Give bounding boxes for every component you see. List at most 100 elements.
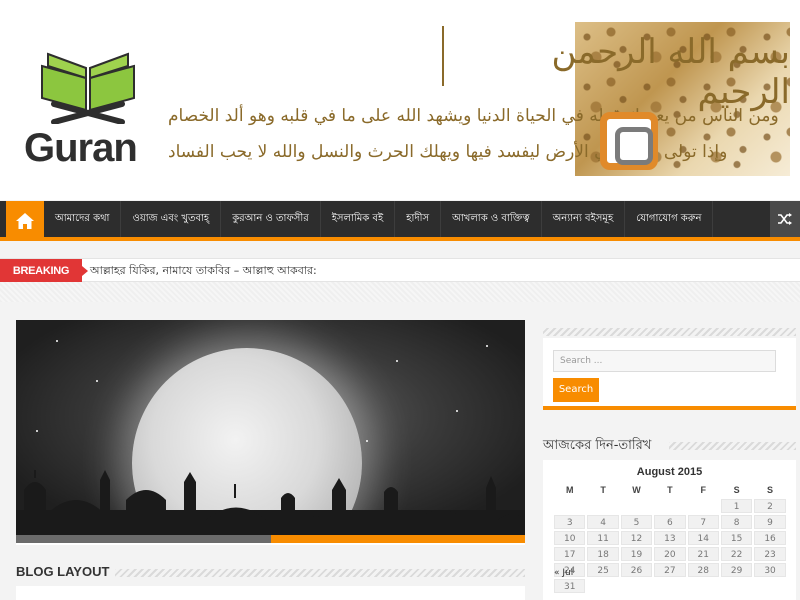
calendar-day: 26	[620, 563, 653, 577]
star	[96, 380, 98, 382]
banner-emblem-icon	[600, 112, 658, 170]
nav-item-akhlaq[interactable]: আখলাক ও বাক্তিত্ব	[441, 201, 542, 237]
calendar-empty-cell	[721, 579, 752, 593]
breaking-news-headline[interactable]: আল্লাহর যিকির, নামাযে তাকবির – আল্লাহু আ…	[90, 259, 317, 283]
calendar-week-row: 12	[554, 498, 789, 514]
calendar-empty-cell	[621, 579, 652, 593]
slider-progress-bar	[16, 535, 525, 543]
calendar-day: 4	[587, 515, 619, 529]
calendar-day: 18	[587, 547, 619, 561]
star	[36, 430, 38, 432]
wheat-ornament-icon	[442, 26, 456, 86]
page: Guran بسم الله الرحمن الرحيم ومن الناس م…	[0, 0, 800, 600]
calendar-weekday: F	[700, 485, 707, 495]
calendar-empty-cell	[688, 499, 719, 513]
calendar-weekday: S	[767, 485, 774, 495]
date-widget-header: আজকের দিন-তারিখ	[543, 436, 796, 457]
nav-menu: আমাদের কথা ওয়াজ এবং খুতবাহ্ কুরআন ও তাফ…	[44, 201, 714, 237]
logo-wordmark: Guran	[24, 126, 138, 170]
calendar-day: 30	[754, 563, 786, 577]
widget-stripe	[669, 442, 796, 450]
calendar-weekday: T	[600, 485, 606, 495]
breaking-news-bar: Breaking News আল্লাহর যিকির, নামাযে তাকব…	[0, 258, 800, 301]
slider-image[interactable]	[16, 320, 525, 535]
blog-layout-header: Blog Layout	[16, 564, 525, 584]
slider-progress-fill	[270, 535, 525, 543]
search-button[interactable]: Search	[553, 378, 599, 402]
calendar-day: 16	[754, 531, 786, 545]
calendar-day: 7	[687, 515, 719, 529]
calendar-day: 15	[720, 531, 753, 545]
calendar-day: 20	[654, 547, 686, 561]
search-widget: Search ... Search	[543, 338, 796, 410]
calendar-empty-cell	[654, 499, 685, 513]
nav-item-quran-tafsir[interactable]: কুরআন ও তাফসীর	[221, 201, 321, 237]
calendar-day: 14	[687, 531, 719, 545]
calendar-week-row: 3456789	[554, 514, 789, 530]
site-header: Guran بسم الله الرحمن الرحيم ومن الناس م…	[0, 0, 800, 200]
random-post-button[interactable]	[770, 201, 800, 237]
calendar-day: 1	[720, 499, 753, 513]
calendar-day: 28	[687, 563, 719, 577]
nav-item-other-books[interactable]: অন্যান্য বইসমূহ	[542, 201, 626, 237]
nav-home-button[interactable]	[6, 201, 44, 241]
calendar-day: 13	[654, 531, 686, 545]
sidebar-stripe	[543, 328, 796, 336]
mosque-skyline-image	[16, 470, 525, 535]
stripe-divider	[0, 282, 800, 302]
star	[56, 340, 58, 342]
calendar-week-row: 31	[554, 578, 789, 594]
calendar-empty-cell	[754, 579, 785, 593]
calendar-day: 11	[587, 531, 619, 545]
calendar-day: 25	[587, 563, 619, 577]
nav-item-islamic-books[interactable]: ইসলামিক বই	[321, 201, 396, 237]
blog-card	[16, 586, 525, 600]
calendar-empty-cell	[654, 579, 685, 593]
calendar-day: 17	[554, 547, 586, 561]
calendar-weekday: S	[733, 485, 740, 495]
date-widget-title: আজকের দিন-তারিখ	[543, 436, 658, 457]
calendar-weekday-row: MTWTFSS	[554, 482, 789, 498]
calendar-weekday: T	[667, 485, 673, 495]
calendar-grid: M T W T F S S 1 2 3 4 5 6 7 8 9 10 11 12 13 14 15 16 17 18 19 20 21…	[554, 482, 789, 594]
banner-ayah-line-1: ومن الناس من يعجبك قوله في الحياة الدنيا…	[168, 106, 779, 126]
calendar-day: 19	[620, 547, 653, 561]
main-navigation: আমাদের কথা ওয়াজ এবং খুতবাহ্ কুরআন ও তাফ…	[0, 201, 800, 241]
section-title: Blog Layout	[16, 564, 116, 579]
calendar-day: 12	[620, 531, 653, 545]
calendar-prev-month-link[interactable]: « Jul	[554, 568, 573, 578]
calendar-day: 10	[554, 531, 586, 545]
featured-slider	[16, 320, 525, 545]
quran-book-icon	[41, 52, 135, 124]
star	[396, 360, 398, 362]
calendar-day: 21	[687, 547, 719, 561]
calendar-day: 6	[654, 515, 686, 529]
banner-bismillah: بسم الله الرحمن الرحيم	[551, 32, 790, 112]
calendar-empty-cell	[587, 579, 618, 593]
calendar-weekday: W	[632, 485, 641, 495]
home-icon	[16, 213, 34, 229]
calendar-day: 27	[654, 563, 686, 577]
calendar-day: 22	[720, 547, 753, 561]
nav-item-about[interactable]: আমাদের কথা	[44, 201, 122, 237]
calendar-day: 3	[554, 515, 586, 529]
nav-item-waz-khutbah[interactable]: ওয়াজ এবং খুতবাহ্	[121, 201, 222, 237]
breaking-news-label: Breaking News	[0, 259, 88, 301]
calendar-empty-cell	[621, 499, 652, 513]
nav-item-contact[interactable]: যোগাযোগ করুন	[625, 201, 714, 237]
calendar-day: 2	[754, 499, 786, 513]
calendar-empty-cell	[587, 499, 618, 513]
calendar-weekday: M	[565, 485, 574, 495]
star	[366, 440, 368, 442]
calendar-week-row: 10 11 12 13 14 15 16	[554, 530, 789, 546]
calendar-day: 29	[720, 563, 753, 577]
calendar-empty-cell	[688, 579, 719, 593]
section-stripe	[106, 569, 525, 577]
calendar-day: 23	[754, 547, 786, 561]
nav-item-hadith[interactable]: হাদীস	[395, 201, 442, 237]
calendar-day: 31	[554, 579, 586, 593]
calendar-week-row: 24 25 26 27 28 29 30	[554, 562, 789, 578]
calendar-month: August 2015	[636, 466, 703, 478]
search-input[interactable]: Search ...	[553, 350, 776, 372]
site-logo[interactable]: Guran	[24, 44, 144, 170]
